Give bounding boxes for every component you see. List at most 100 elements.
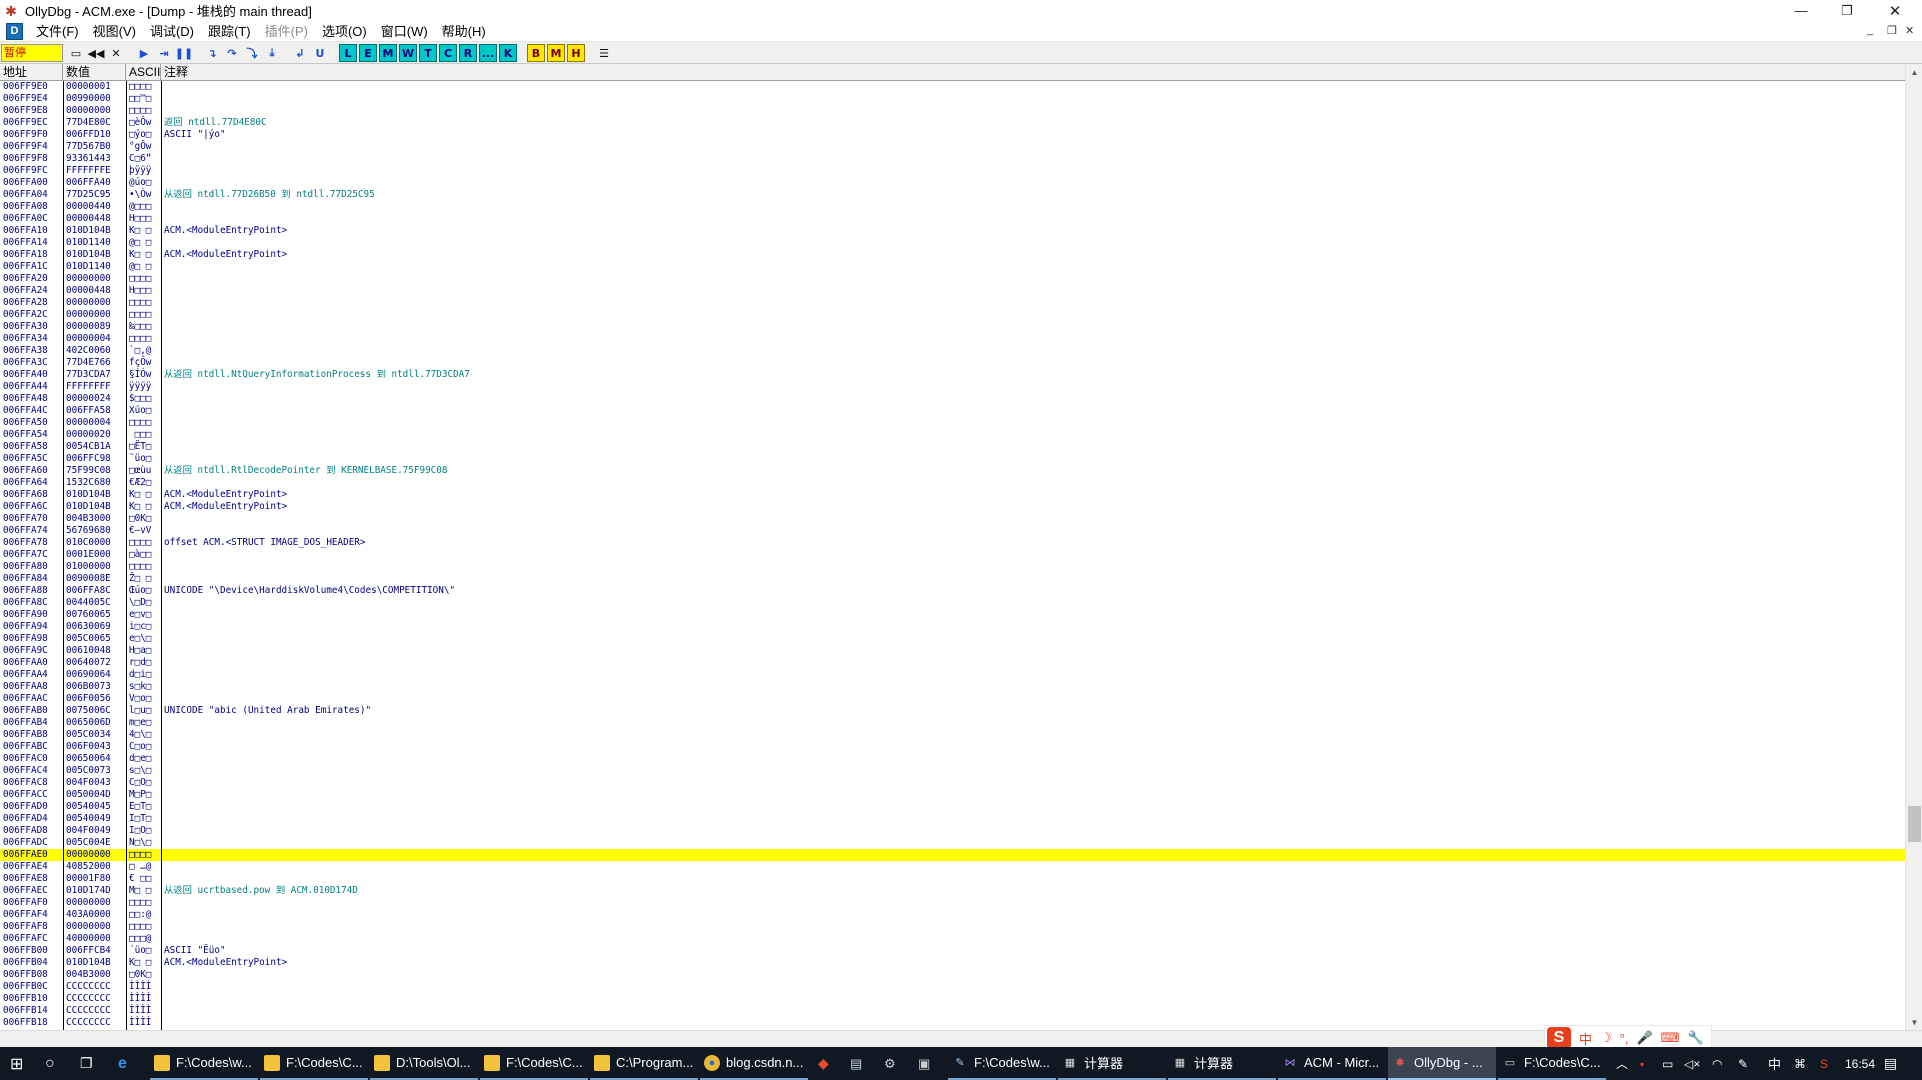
wrench-icon[interactable]: 🔧 xyxy=(1687,1030,1703,1046)
stack-row[interactable]: 006FFACC 0050004D M□P□ xyxy=(0,789,1905,801)
stack-row[interactable]: 006FFABC 006F0043 C□o□ xyxy=(0,741,1905,753)
dump-window-icon[interactable]: D xyxy=(6,22,23,40)
trace-over-icon[interactable]: ⤓ xyxy=(263,44,281,62)
sogou-logo-icon[interactable]: S xyxy=(1547,1027,1571,1049)
menu-trace[interactable]: 跟踪(T) xyxy=(201,21,258,42)
scroll-up-icon[interactable]: ▲ xyxy=(1906,64,1922,80)
console-icon[interactable]: ▣ xyxy=(918,1047,936,1080)
run-trace-window-button[interactable]: ... xyxy=(479,44,497,62)
pause-icon[interactable]: ❚❚ xyxy=(175,44,193,62)
input-language[interactable]: 中 xyxy=(1768,1047,1784,1080)
header-ascii[interactable]: ASCII xyxy=(126,64,161,81)
stack-row[interactable]: 006FF9F0 006FFD10 □ýo□ ASCII "|ýo" xyxy=(0,129,1905,141)
stack-row[interactable]: 006FFA74 56769680 €–vV xyxy=(0,525,1905,537)
show-hidden-icons-icon[interactable]: ︿ xyxy=(1616,1047,1632,1080)
stack-row[interactable]: 006FFAF4 403A0000 □□:@ xyxy=(0,909,1905,921)
tool-icon[interactable]: ⚙ xyxy=(884,1047,902,1080)
moon-icon[interactable]: ☽ xyxy=(1600,1030,1612,1046)
stack-dump-grid[interactable]: 006FF9E0 00000001 □□□□ 006FF9E4 00990000 □□™□… xyxy=(0,81,1905,1030)
minimize-button[interactable]: — xyxy=(1778,0,1824,21)
stack-row-selected[interactable]: 006FFAE0 00000000 □□□□ xyxy=(0,849,1905,861)
references-window-button[interactable]: R xyxy=(459,44,477,62)
stack-row[interactable]: 006FFA5C 006FFC98 ˜üo□ xyxy=(0,453,1905,465)
taskbar-item[interactable]: F:\Codes\w... xyxy=(150,1047,258,1080)
ime-tray-icon[interactable]: ⌘ xyxy=(1794,1047,1810,1080)
stack-row[interactable]: 006FFA90 00760065 e□v□ xyxy=(0,609,1905,621)
taskbar-item[interactable]: ✎ F:\Codes\w... xyxy=(948,1047,1056,1080)
menu-file[interactable]: 文件(F) xyxy=(29,21,86,42)
taskbar-item[interactable]: F:\Codes\C... xyxy=(480,1047,588,1080)
stack-row[interactable]: 006FF9EC 77D4E80C □èÔw 返回 ntdll.77D4E80C xyxy=(0,117,1905,129)
stack-row[interactable]: 006FFA44 FFFFFFFF ÿÿÿÿ xyxy=(0,381,1905,393)
menu-debug[interactable]: 调试(D) xyxy=(143,21,201,42)
memory-window-button[interactable]: M xyxy=(379,44,397,62)
stack-row[interactable]: 006FFAF0 00000000 □□□□ xyxy=(0,897,1905,909)
taskbar-item-active[interactable]: ✱ OllyDbg - ... xyxy=(1388,1047,1496,1080)
stack-row[interactable]: 006FFA6C 010D104B K□ □ ACM.<ModuleEntryPoin… xyxy=(0,501,1905,513)
stack-row[interactable]: 006FFAFC 40000000 □□□@ xyxy=(0,933,1905,945)
stack-row[interactable]: 006FFAE4 40852000 □ …@ xyxy=(0,861,1905,873)
stack-row[interactable]: 006FFAC0 00650064 d□e□ xyxy=(0,753,1905,765)
run-icon[interactable]: ▶ xyxy=(135,44,153,62)
restart-icon[interactable]: ◀◀ xyxy=(87,44,105,62)
stack-row[interactable]: 006FFA8C 0044005C \□D□ xyxy=(0,597,1905,609)
keyboard-icon[interactable]: ⌨ xyxy=(1661,1030,1680,1046)
ime-chinese-mode[interactable]: 中 xyxy=(1579,1029,1592,1048)
stack-row[interactable]: 006FF9E4 00990000 □□™□ xyxy=(0,93,1905,105)
stack-row[interactable]: 006FFB08 004B3000 □0K□ xyxy=(0,969,1905,981)
scroll-down-icon[interactable]: ▼ xyxy=(1906,1014,1922,1030)
stack-row[interactable]: 006FFA48 00000024 $□□□ xyxy=(0,393,1905,405)
menu-help[interactable]: 帮助(H) xyxy=(435,21,493,42)
stack-row[interactable]: 006FFAD8 004F0049 I□O□ xyxy=(0,825,1905,837)
stack-row[interactable]: 006FFAF8 00000000 □□□□ xyxy=(0,921,1905,933)
stack-row[interactable]: 006FFA34 00000004 □□□□ xyxy=(0,333,1905,345)
mdi-restore-button[interactable]: ❐ xyxy=(1887,24,1897,37)
stack-row[interactable]: 006FFA38 402C0060 `□,@ xyxy=(0,345,1905,357)
stack-row[interactable]: 006FFA1C 010D1140 @□ □ xyxy=(0,261,1905,273)
wifi-icon[interactable]: ◠ xyxy=(1712,1047,1728,1080)
stack-row[interactable]: 006FFA94 00630069 i□c□ xyxy=(0,621,1905,633)
network-icon[interactable]: ▭ xyxy=(1662,1047,1678,1080)
header-comment[interactable]: 注释 xyxy=(161,64,1905,81)
punctuation-icon[interactable]: °, xyxy=(1620,1031,1629,1046)
stack-row[interactable]: 006FF9FC FFFFFFFE þÿÿÿ xyxy=(0,165,1905,177)
restore-button[interactable]: ❐ xyxy=(1824,0,1870,21)
stack-row[interactable]: 006FF9F8 93361443 C□6“ xyxy=(0,153,1905,165)
app-icon[interactable]: ▤ xyxy=(850,1047,868,1080)
stack-row[interactable]: 006FFA4C 006FFA58 Xúo□ xyxy=(0,405,1905,417)
edge-icon[interactable]: e xyxy=(118,1047,138,1080)
stack-row[interactable]: 006FF9E8 00000000 □□□□ xyxy=(0,105,1905,117)
taskbar-item[interactable]: ▦ 计算器 xyxy=(1058,1047,1166,1080)
stack-row[interactable]: 006FFADC 005C004E N□\□ xyxy=(0,837,1905,849)
stack-row[interactable]: 006FFA50 00000004 □□□□ xyxy=(0,417,1905,429)
stack-row[interactable]: 006FFA98 005C0065 e□\□ xyxy=(0,633,1905,645)
search-icon[interactable]: ○ xyxy=(45,1047,65,1080)
step-into-icon[interactable]: ↴ xyxy=(203,44,221,62)
step-over-icon[interactable]: ↷ xyxy=(223,44,241,62)
tray-app-icon[interactable]: ▪ xyxy=(1640,1047,1656,1080)
log-window-button[interactable]: L xyxy=(339,44,357,62)
stack-row[interactable]: 006FFAB4 0065006D m□e□ xyxy=(0,717,1905,729)
stack-row[interactable]: 006FFA78 010C0000 □□□□ offset ACM.<STRUCT I… xyxy=(0,537,1905,549)
taskbar-item[interactable]: D:\Tools\Ol... xyxy=(370,1047,478,1080)
stack-row[interactable]: 006FFA84 0090008E Ž□ □ xyxy=(0,573,1905,585)
scroll-thumb[interactable] xyxy=(1908,806,1921,842)
stack-row[interactable]: 006FFA88 006FFA8C Œúo□ UNICODE "\Device\Har… xyxy=(0,585,1905,597)
modules-window-button[interactable]: E xyxy=(359,44,377,62)
threads-window-button[interactable]: T xyxy=(419,44,437,62)
mdi-minimize-button[interactable]: _ xyxy=(1867,24,1873,36)
stack-row[interactable]: 006FFA68 010D104B K□ □ ACM.<ModuleEntryPoin… xyxy=(0,489,1905,501)
volume-muted-icon[interactable]: ◁× xyxy=(1684,1047,1700,1080)
stack-row[interactable]: 006FFA80 01000000 □□□□ xyxy=(0,561,1905,573)
execute-till-return-icon[interactable]: ↲ xyxy=(291,44,309,62)
stack-row[interactable]: 006FFA70 004B3000 □0K□ xyxy=(0,513,1905,525)
list-icon[interactable]: ☰ xyxy=(595,44,613,62)
stack-row[interactable]: 006FFB0C CCCCCCCC ÌÌÌÌ xyxy=(0,981,1905,993)
taskbar-item[interactable]: C:\Program... xyxy=(590,1047,698,1080)
stack-row[interactable]: 006FFAAC 006F0056 V□o□ xyxy=(0,693,1905,705)
stack-row[interactable]: 006FFA30 00000089 ‰□□□ xyxy=(0,321,1905,333)
stack-row[interactable]: 006FFA54 00000020 □□□ xyxy=(0,429,1905,441)
windows-window-button[interactable]: W xyxy=(399,44,417,62)
breakpoints-window-button[interactable]: B xyxy=(527,44,545,62)
sogou-tray-icon[interactable]: S xyxy=(1820,1047,1836,1080)
